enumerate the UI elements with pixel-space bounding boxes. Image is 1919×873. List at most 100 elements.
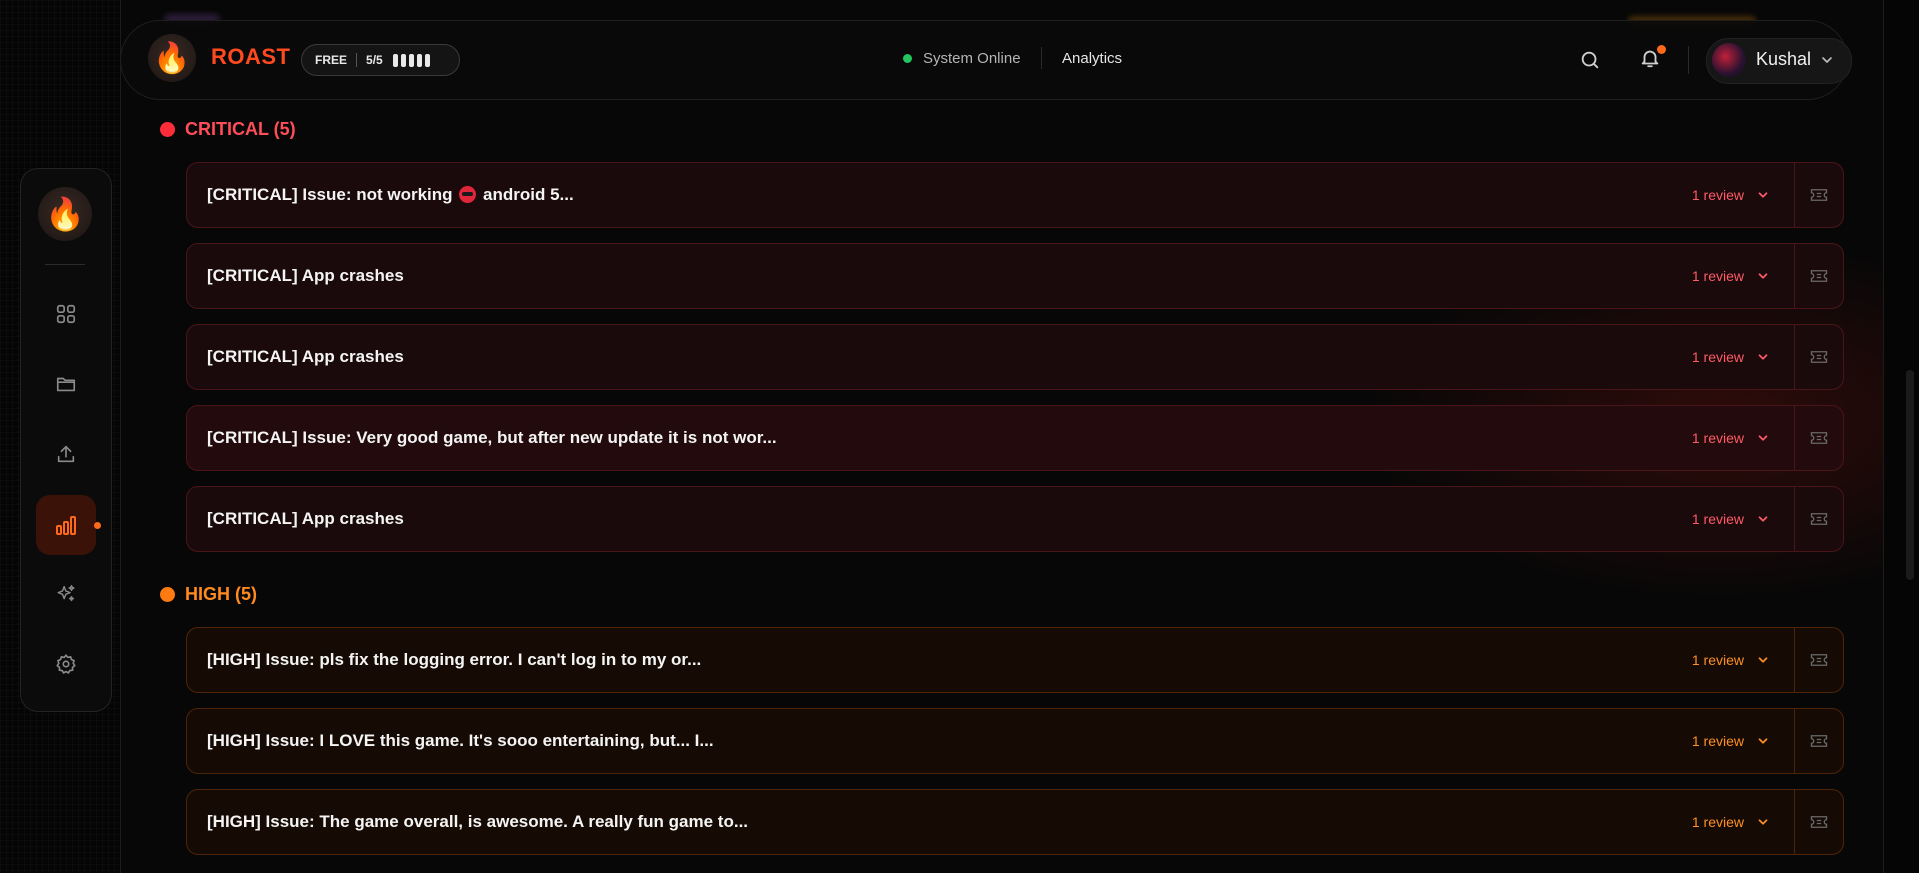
critical-dot [160, 122, 175, 137]
issue-title: [CRITICAL] App crashes [207, 347, 404, 366]
header-divider [1041, 47, 1042, 69]
status-online-dot [903, 54, 912, 63]
issue-title-text: [CRITICAL] Issue: not working [207, 185, 453, 204]
flame-logo-icon[interactable]: 🔥 [148, 34, 196, 82]
usage-bar [408, 53, 414, 67]
section-header-critical: CRITICAL (5) [160, 119, 296, 140]
plan-label: FREE [315, 53, 348, 67]
expand-button[interactable] [1754, 186, 1772, 204]
review-count: 1 review [1691, 511, 1744, 527]
ticket-icon [1810, 432, 1828, 444]
bar-chart-icon [56, 516, 76, 535]
review-count: 1 review [1691, 733, 1744, 749]
ticket-icon [1810, 513, 1828, 525]
search-button[interactable] [1574, 44, 1606, 76]
chevron-down-icon [1758, 657, 1768, 663]
chevron-down-icon [1758, 435, 1768, 441]
search-icon [1581, 51, 1599, 69]
chevron-down-icon [1758, 273, 1768, 279]
chevron-down-icon [1758, 192, 1768, 198]
usage-bar [400, 53, 406, 67]
user-name: Kushal [1756, 49, 1812, 69]
issue-title: [CRITICAL] Issue: Very good game, but af… [207, 428, 777, 447]
chevron-down-icon [1758, 819, 1768, 825]
sidebar-item-ai[interactable] [36, 564, 96, 624]
ticket-icon [1810, 351, 1828, 363]
issue-title: [CRITICAL] Issue: not working android 5.… [207, 185, 1692, 205]
grid-icon [56, 304, 76, 324]
sidebar-flame-logo-icon[interactable]: 🔥 [38, 187, 92, 241]
angry-face-icon [459, 186, 477, 203]
plan-usage-badge: FREE 5/5 [301, 44, 460, 76]
issue-row[interactable]: [CRITICAL] Issue: not working android 5.… [186, 162, 1844, 228]
review-count: 1 review [1691, 268, 1744, 284]
expand-button[interactable] [1754, 510, 1772, 528]
expand-button[interactable] [1754, 429, 1772, 447]
section-title: HIGH (5) [185, 584, 257, 604]
issue-row[interactable]: [HIGH] Issue: The game overall, is aweso… [186, 789, 1844, 855]
expand-button[interactable] [1754, 348, 1772, 366]
issue-title: [HIGH] Issue: I LOVE this game. It's soo… [207, 731, 714, 750]
plan-usage-count: 5/5 [366, 53, 383, 67]
ticket-icon [1810, 189, 1828, 201]
sidebar-item-settings[interactable] [36, 634, 96, 694]
sidebar-divider [45, 264, 85, 265]
chevron-down-icon [1758, 738, 1768, 744]
create-ticket-button[interactable] [1795, 406, 1843, 470]
sidebar-item-analytics[interactable] [36, 495, 96, 555]
section-header-high: HIGH (5) [160, 584, 257, 605]
expand-button[interactable] [1754, 267, 1772, 285]
usage-bar [392, 53, 398, 67]
expand-button[interactable] [1754, 651, 1772, 669]
avatar [1712, 43, 1746, 77]
chevron-down-icon [1758, 516, 1768, 522]
scrollbar[interactable] [1906, 370, 1914, 580]
expand-button[interactable] [1754, 732, 1772, 750]
plan-usage-bars [392, 53, 430, 67]
create-ticket-button[interactable] [1795, 325, 1843, 389]
plan-separator [356, 53, 358, 67]
chevron-down-icon [1822, 57, 1832, 63]
gear-icon [56, 654, 76, 674]
review-count: 1 review [1691, 652, 1744, 668]
folder-icon [56, 377, 76, 392]
create-ticket-button[interactable] [1795, 709, 1843, 773]
header-divider [1688, 46, 1689, 74]
create-ticket-button[interactable] [1795, 628, 1843, 692]
system-status: System Online [903, 50, 1021, 67]
ticket-icon [1810, 654, 1828, 666]
issue-row[interactable]: [HIGH] Issue: I LOVE this game. It's soo… [186, 708, 1844, 774]
issue-title: [CRITICAL] App crashes [207, 266, 404, 285]
create-ticket-button[interactable] [1795, 163, 1843, 227]
review-count: 1 review [1691, 187, 1744, 203]
issue-row[interactable]: [CRITICAL] Issue: Very good game, but af… [186, 405, 1844, 471]
issue-row[interactable]: [HIGH] Issue: pls fix the logging error.… [186, 627, 1844, 693]
status-text: System Online [923, 50, 1021, 67]
ticket-icon [1810, 735, 1828, 747]
issue-row[interactable]: [CRITICAL] App crashes 1 review [186, 243, 1844, 309]
usage-bar [424, 53, 430, 67]
sidebar-item-upload[interactable] [36, 424, 96, 484]
issue-row[interactable]: [CRITICAL] App crashes 1 review [186, 324, 1844, 390]
ticket-icon [1810, 270, 1828, 282]
expand-button[interactable] [1754, 813, 1772, 831]
create-ticket-button[interactable] [1795, 487, 1843, 551]
review-count: 1 review [1691, 349, 1744, 365]
user-menu-toggle[interactable] [1811, 44, 1843, 76]
issue-title: [HIGH] Issue: pls fix the logging error.… [207, 650, 702, 669]
upload-icon [57, 445, 75, 463]
issue-row[interactable]: [CRITICAL] App crashes 1 review [186, 486, 1844, 552]
chevron-down-icon [1758, 354, 1768, 360]
create-ticket-button[interactable] [1795, 244, 1843, 308]
review-count: 1 review [1691, 814, 1744, 830]
brand-name[interactable]: ROAST [211, 44, 291, 70]
notification-badge [1657, 45, 1666, 54]
ticket-icon [1810, 816, 1828, 828]
issue-title-text: android 5... [483, 185, 574, 204]
nav-link-analytics[interactable]: Analytics [1062, 50, 1122, 67]
sparkles-icon [57, 585, 75, 602]
create-ticket-button[interactable] [1795, 790, 1843, 854]
sidebar-item-dashboard[interactable] [36, 284, 96, 344]
sidebar-item-projects[interactable] [36, 354, 96, 414]
usage-bar [416, 53, 422, 67]
